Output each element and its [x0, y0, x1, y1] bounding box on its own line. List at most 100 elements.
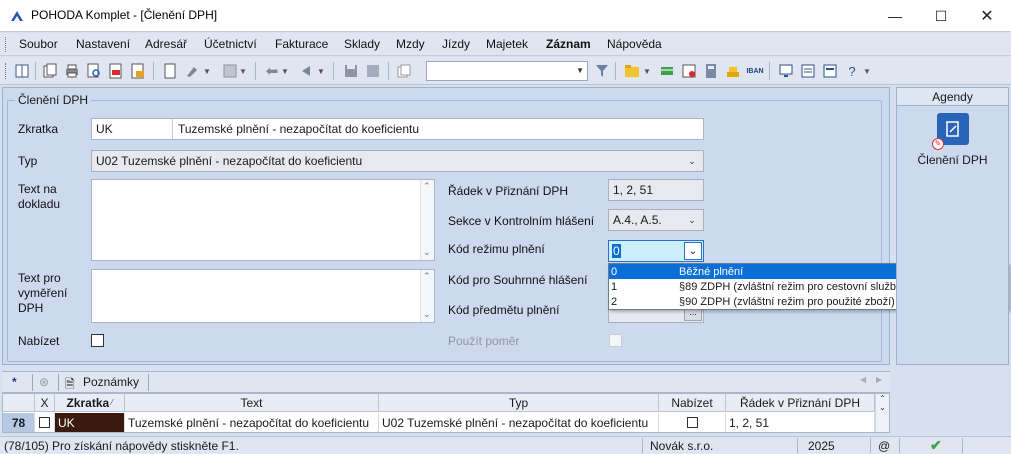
quick-search-combo[interactable]: ▼ [426, 61, 588, 81]
kod-rezimu-value: 0 [612, 244, 621, 258]
edit-badge-icon: ✎ [932, 138, 944, 150]
iban-icon[interactable]: IBAN [745, 61, 765, 81]
kod-rezimu-select[interactable]: 0 ⌄ [608, 240, 704, 262]
menu-mzdy[interactable]: Mzdy [396, 37, 425, 51]
chevron-down-icon: ⌄ [688, 155, 696, 166]
agendy-panel: Agendy ✎ Členění DPH [896, 87, 1009, 365]
save-copy-icon[interactable] [363, 61, 383, 81]
sekce-select[interactable]: A.4., A.5. ⌄ [608, 209, 704, 231]
chevron-down-icon[interactable]: ▼ [280, 61, 290, 81]
chevron-down-icon[interactable]: ▼ [862, 61, 872, 81]
toolbar: ▼ ▼ ⬅ ▼ ▼ ▼ ▼ IBAN ? ▼ [0, 57, 1011, 85]
nabizet-checkbox[interactable] [91, 334, 104, 347]
menu-nastaveni[interactable]: Nastavení [76, 37, 130, 51]
column-header-x[interactable]: X [35, 394, 55, 412]
stacked-coins-icon[interactable] [723, 61, 743, 81]
new-record-icon[interactable] [160, 61, 180, 81]
checkmark-icon: ✔ [930, 437, 942, 453]
monitor-icon[interactable] [776, 61, 796, 81]
print-icon[interactable] [62, 61, 82, 81]
status-bar: (78/105) Pro získání nápovědy stiskněte … [0, 436, 1011, 454]
status-at: @ [878, 439, 891, 453]
minimize-button[interactable]: — [872, 0, 918, 32]
menu-napoveda[interactable]: Nápověda [607, 37, 662, 51]
tab-poznamky[interactable]: Poznámky [83, 375, 139, 389]
menu-adresar[interactable]: Adresář [145, 37, 187, 51]
calculator-icon[interactable] [701, 61, 721, 81]
copy-icon[interactable] [40, 61, 60, 81]
radek-field[interactable]: 1, 2, 51 [608, 179, 704, 201]
menu-soubor[interactable]: Soubor [19, 37, 58, 51]
table-row[interactable] [35, 413, 55, 432]
sekce-label: Sekce v Kontrolním hlášení [448, 214, 595, 228]
sidebar-item-clenene-dph[interactable]: Členění DPH [897, 153, 1008, 167]
cell-nabizet[interactable] [659, 413, 726, 432]
menu-fakturace[interactable]: Fakturace [275, 37, 328, 51]
chevron-down-icon[interactable]: ⌄ [684, 242, 702, 260]
back-arrow-icon[interactable]: ⬅ [262, 61, 282, 81]
menu-majetek[interactable]: Majetek [486, 37, 528, 51]
agenda-list-icon[interactable] [12, 61, 32, 81]
text-vym-textarea[interactable]: ⌃ ⌄ [91, 269, 435, 323]
filter-tab-icon[interactable]: ⊛ [39, 375, 49, 389]
cell-zkratka[interactable]: UK [55, 413, 125, 432]
close-button[interactable]: ✕ [964, 0, 1010, 32]
column-header-text[interactable]: Text [125, 394, 379, 412]
help-icon[interactable]: ? [842, 61, 862, 81]
pohoda-app-icon [11, 11, 23, 21]
form-view-icon[interactable] [820, 61, 840, 81]
column-header-radek[interactable]: Řádek v Přiznání DPH [726, 394, 875, 412]
typ-select[interactable]: U02 Tuzemské plnění - nezapočítat do koe… [91, 150, 704, 172]
menu-jizdy[interactable]: Jízdy [442, 37, 470, 51]
pouzit-pomer-checkbox[interactable] [609, 334, 622, 347]
list-view-icon[interactable] [798, 61, 818, 81]
menu-sklady[interactable]: Sklady [344, 37, 380, 51]
menu-zaznam[interactable]: Záznam [546, 37, 591, 51]
cell-radek[interactable]: 1, 2, 51 [726, 413, 875, 432]
text-doklad-textarea[interactable]: ⌃ ⌄ [91, 179, 435, 261]
radek-label: Řádek v Přiznání DPH [448, 184, 569, 198]
cell-text[interactable]: Tuzemské plnění - nezapočítat do koefici… [125, 413, 379, 432]
filter-icon[interactable] [592, 61, 612, 81]
toolbar-grip-icon [5, 63, 7, 79]
folder-icon[interactable] [622, 61, 642, 81]
export-icon[interactable] [128, 61, 148, 81]
chevron-down-icon[interactable]: ▼ [316, 61, 326, 81]
column-header-zkratka[interactable]: Zkratka ⁄ [55, 394, 125, 412]
column-header-nabizet[interactable]: Nabízet [659, 394, 726, 412]
textarea-scrollbar[interactable]: ⌃ ⌄ [420, 180, 434, 260]
chevron-down-icon[interactable]: ▼ [642, 61, 652, 81]
grid-icon[interactable] [220, 61, 240, 81]
print-preview-icon[interactable] [84, 61, 104, 81]
textarea-scrollbar[interactable]: ⌃ ⌄ [420, 270, 434, 322]
zkratka-field[interactable]: UK Tuzemské plnění - nezapočítat do koef… [91, 118, 704, 140]
tab-all[interactable]: * [12, 375, 17, 389]
table-scrollbar[interactable]: ⌃ ⌄ [875, 394, 889, 432]
sekce-value: A.4., A.5. [613, 213, 662, 227]
menu-bar: Soubor Nastavení Adresář Účetnictví Fakt… [0, 33, 1011, 56]
zkratka-value: UK [96, 122, 113, 136]
maximize-button[interactable]: ☐ [918, 0, 964, 32]
pdf-icon[interactable] [106, 61, 126, 81]
column-header-typ[interactable]: Typ [379, 394, 659, 412]
duplicate-icon[interactable] [394, 61, 414, 81]
save-icon[interactable] [341, 61, 361, 81]
nabizet-cell-checkbox[interactable] [686, 417, 698, 428]
title-bar: POHODA Komplet - [Členění DPH] — ☐ ✕ [0, 0, 1011, 32]
edit-brush-icon[interactable] [182, 61, 202, 81]
scroll-right-icon[interactable]: ▶ [876, 375, 882, 384]
money-icon[interactable] [657, 61, 677, 81]
row-select-checkbox[interactable] [39, 417, 50, 428]
calendar-block-icon[interactable] [679, 61, 699, 81]
kod-souhrnne-label: Kód pro Souhrnné hlášení [448, 273, 588, 287]
forward-icon[interactable] [298, 61, 318, 81]
chevron-down-icon[interactable]: ▼ [202, 61, 212, 81]
cell-typ[interactable]: U02 Tuzemské plnění - nezapočítat do koe… [379, 413, 659, 432]
typ-value: U02 Tuzemské plnění - nezapočítat do koe… [96, 154, 363, 168]
scroll-left-icon[interactable]: ◀ [860, 375, 866, 384]
agendy-header: Agendy [897, 88, 1008, 106]
chevron-down-icon[interactable]: ▼ [238, 61, 248, 81]
kod-predmetu-label: Kód předmětu plnění [448, 303, 560, 317]
row-number[interactable]: 78 [3, 413, 35, 432]
menu-ucetnictvi[interactable]: Účetnictví [204, 37, 257, 51]
